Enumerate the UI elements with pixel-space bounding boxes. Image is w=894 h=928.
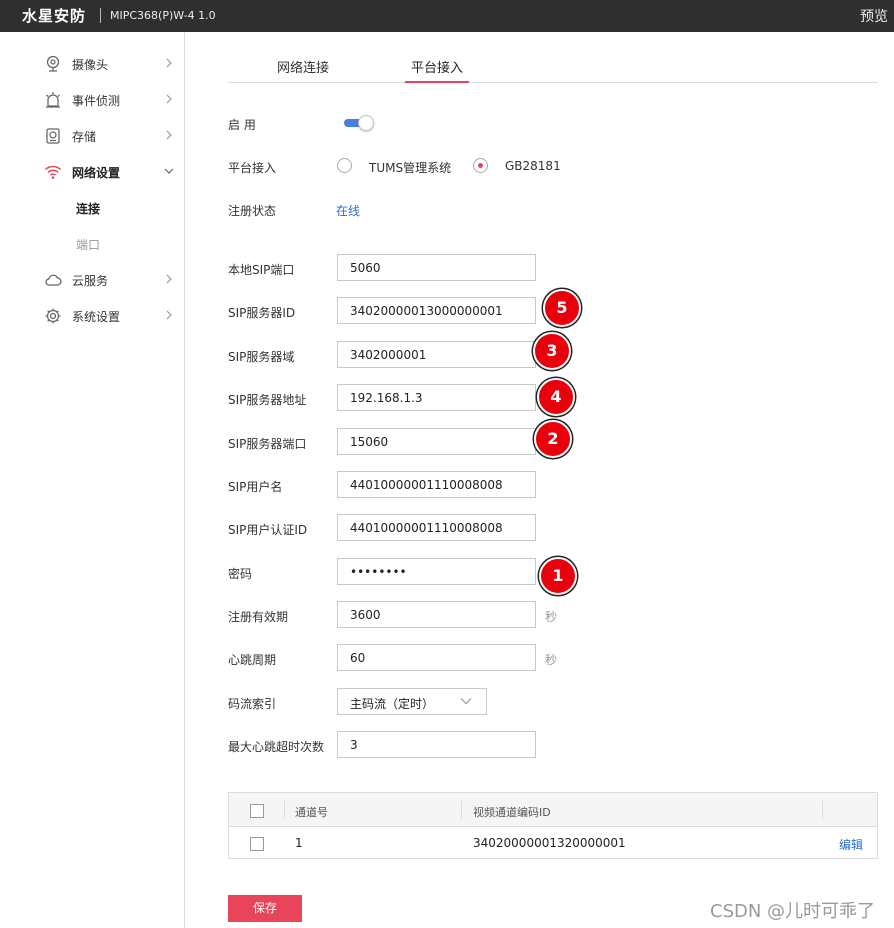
sidebar-item-storage[interactable]: 存储: [0, 117, 184, 153]
platform-label: 平台接入: [228, 161, 277, 175]
sidebar-subitem-label: 连接: [76, 202, 101, 216]
chevron-right-icon: [166, 310, 172, 320]
reg-validity-input[interactable]: 3600: [337, 601, 536, 628]
password-input[interactable]: ••••••••: [337, 558, 536, 585]
radio-tums-label: TUMS管理系统: [369, 161, 452, 175]
reg-status-label: 注册状态: [228, 204, 277, 218]
edit-link[interactable]: 编辑: [839, 836, 863, 853]
sip-server-port-input[interactable]: 15060: [337, 428, 536, 455]
reg-validity-label: 注册有效期: [228, 610, 289, 624]
sidebar-item-label: 云服务: [72, 274, 109, 288]
sip-server-domain-label: SIP服务器域: [228, 350, 295, 364]
table-header: 通道号 视频通道编码ID: [229, 793, 877, 827]
chevron-down-icon: [164, 168, 174, 174]
sip-auth-id-input[interactable]: 44010000001110008008: [337, 514, 536, 541]
sidebar-item-label: 网络设置: [72, 166, 121, 180]
sidebar-subitem-label: 端口: [76, 238, 101, 252]
gear-icon: [45, 308, 61, 324]
header-divider: [822, 801, 823, 819]
sidebar-item-network-settings[interactable]: 网络设置: [0, 153, 184, 189]
sip-server-port-label: SIP服务器端口: [228, 437, 307, 451]
chevron-right-icon: [166, 274, 172, 284]
chevron-down-icon: [460, 698, 472, 705]
enable-toggle[interactable]: [344, 115, 374, 131]
toggle-knob: [358, 115, 374, 131]
top-bar: 水星安防 MIPC368(P)W-4 1.0 预览: [0, 0, 894, 32]
annotation-badge: 4: [537, 378, 575, 416]
brand-logo: 水星安防: [22, 7, 87, 25]
header-channel: 通道号: [295, 806, 328, 819]
sip-server-addr-input[interactable]: 192.168.1.3: [337, 384, 536, 411]
radio-gb28181[interactable]: [473, 158, 488, 173]
channel-table: 通道号 视频通道编码ID 1 34020000001320000001 编辑: [228, 792, 878, 859]
header-divider: [461, 801, 462, 819]
save-button[interactable]: 保存: [228, 895, 302, 922]
annotation-badge: 5: [543, 289, 581, 327]
alarm-icon: [46, 92, 60, 108]
sip-username-label: SIP用户名: [228, 480, 283, 494]
sip-auth-id-label: SIP用户认证ID: [228, 523, 308, 537]
preview-link[interactable]: 预览: [860, 6, 888, 26]
chevron-right-icon: [166, 58, 172, 68]
storage-icon: [46, 128, 60, 144]
local-sip-port-label: 本地SIP端口: [228, 263, 295, 277]
select-all-checkbox[interactable]: [250, 804, 264, 818]
max-heartbeat-timeout-label: 最大心跳超时次数: [228, 740, 325, 754]
reg-validity-unit: 秒: [545, 610, 558, 624]
reg-status-value: 在线: [336, 204, 361, 218]
cell-channel: 1: [295, 836, 303, 850]
sidebar-item-camera[interactable]: 摄像头: [0, 45, 184, 81]
sidebar-item-event-detection[interactable]: 事件侦测: [0, 81, 184, 117]
brand-divider: [100, 8, 101, 23]
tab-bar: 网络连接 平台接入: [228, 45, 878, 83]
device-model: MIPC368(P)W-4 1.0: [110, 9, 216, 22]
header-code-id: 视频通道编码ID: [473, 806, 551, 819]
camera-icon: [46, 55, 60, 72]
heartbeat-label: 心跳周期: [228, 653, 277, 667]
sidebar-item-cloud-service[interactable]: 云服务: [0, 261, 184, 297]
radio-tums[interactable]: [337, 158, 352, 173]
annotation-badge: 2: [534, 420, 572, 458]
sip-server-addr-label: SIP服务器地址: [228, 393, 307, 407]
cloud-icon: [45, 274, 62, 286]
heartbeat-unit: 秒: [545, 653, 558, 667]
wifi-icon: [44, 165, 62, 179]
tab-platform-access[interactable]: 平台接入: [405, 45, 469, 83]
sidebar-item-label: 摄像头: [72, 58, 109, 72]
tab-network-connection[interactable]: 网络连接: [258, 45, 348, 83]
chevron-right-icon: [166, 130, 172, 140]
enable-label: 启 用: [228, 118, 256, 132]
radio-gb28181-label: GB28181: [505, 159, 561, 173]
sidebar-item-label: 存储: [72, 130, 97, 144]
local-sip-port-input[interactable]: 5060: [337, 254, 536, 281]
heartbeat-input[interactable]: 60: [337, 644, 536, 671]
cell-code-id: 34020000001320000001: [473, 836, 626, 850]
sidebar-item-label: 事件侦测: [72, 94, 121, 108]
sidebar-item-system-settings[interactable]: 系统设置: [0, 297, 184, 333]
sip-username-input[interactable]: 44010000001110008008: [337, 471, 536, 498]
annotation-badge: 1: [539, 557, 577, 595]
header-divider: [284, 801, 285, 819]
sidebar-item-label: 系统设置: [72, 310, 121, 324]
password-label: 密码: [228, 567, 253, 581]
row-checkbox[interactable]: [250, 837, 264, 851]
sidebar-subitem-connection[interactable]: 连接: [0, 189, 184, 225]
annotation-badge: 3: [533, 332, 571, 370]
sip-server-domain-input[interactable]: 3402000001: [337, 341, 536, 368]
sip-server-id-label: SIP服务器ID: [228, 306, 296, 320]
sip-server-id-input[interactable]: 34020000013000000001: [337, 297, 536, 324]
max-heartbeat-timeout-input[interactable]: 3: [337, 731, 536, 758]
sidebar-subitem-port[interactable]: 端口: [0, 225, 184, 261]
watermark: CSDN @儿时可乖了: [710, 901, 876, 922]
chevron-right-icon: [166, 94, 172, 104]
stream-index-label: 码流索引: [228, 697, 277, 711]
sidebar: 摄像头 事件侦测 存储 网络设置 连接 端口 云服务 系统设置: [0, 32, 185, 928]
